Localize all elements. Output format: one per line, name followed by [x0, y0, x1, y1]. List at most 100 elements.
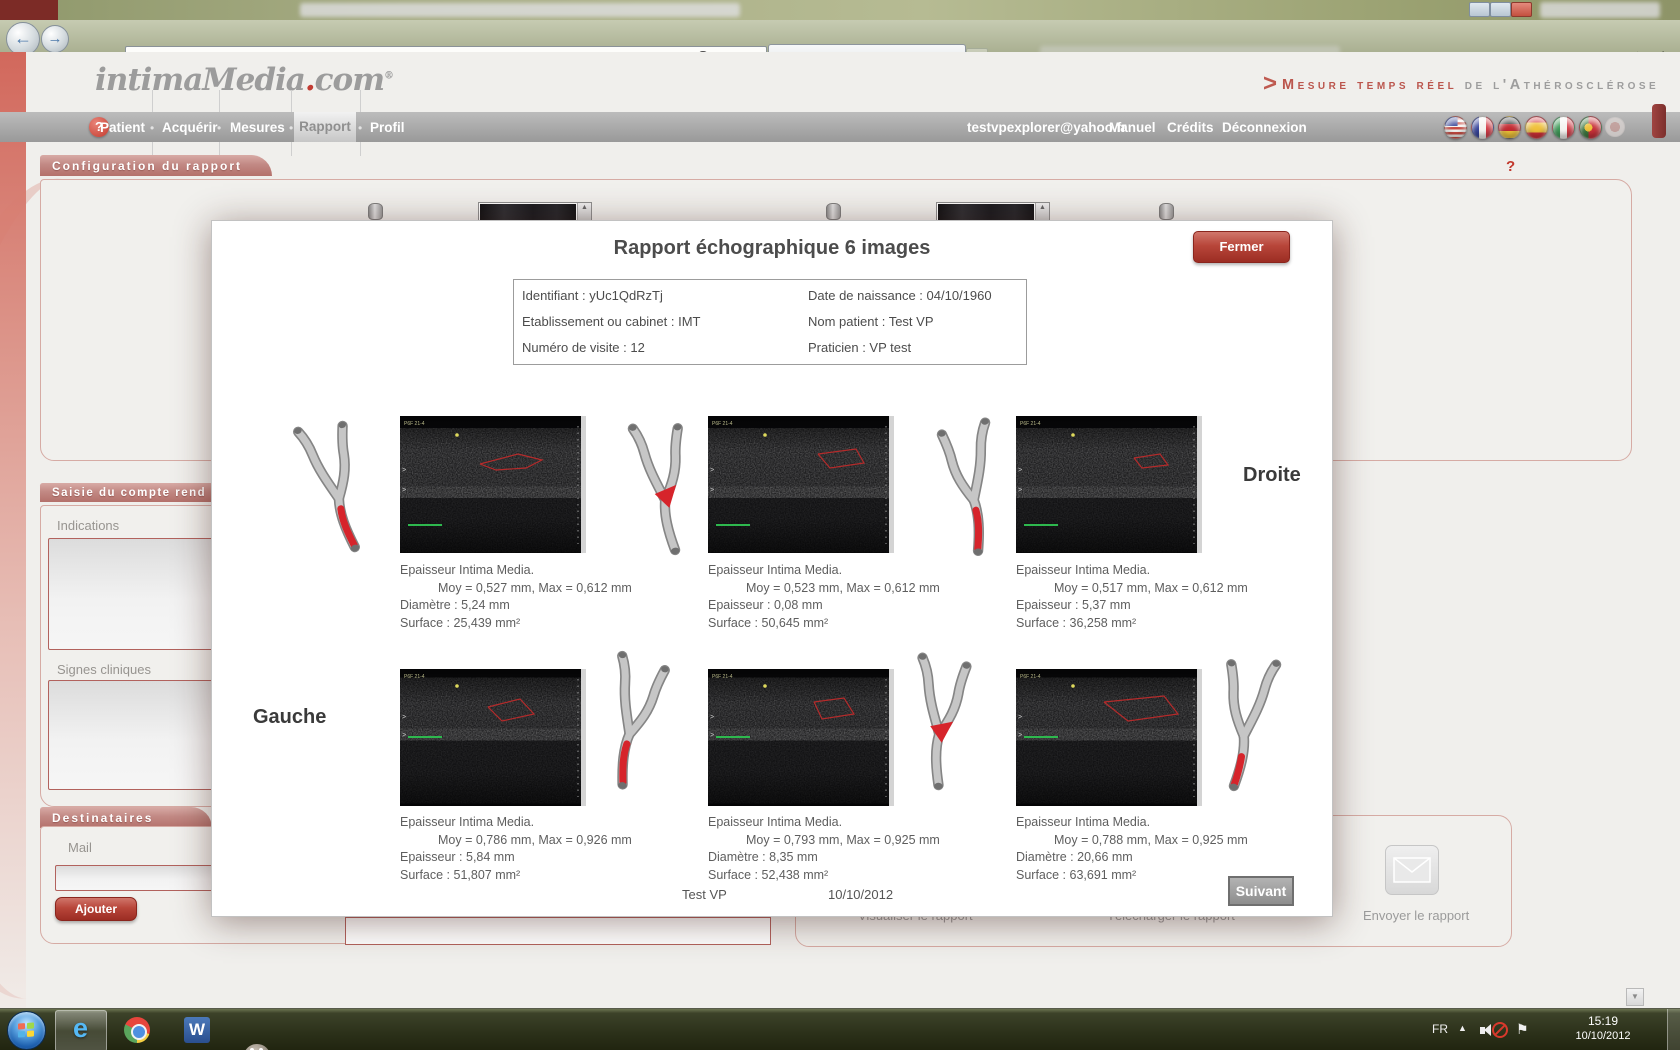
minimize-button[interactable] — [1469, 2, 1490, 17]
divider — [291, 90, 292, 112]
maximize-button[interactable] — [1490, 2, 1511, 17]
scroll-up-icon[interactable]: ▲ — [577, 203, 591, 221]
measurement-block: Epaisseur Intima Media. Moy = 0,793 mm, … — [708, 814, 940, 884]
flag-portugal-icon[interactable] — [1579, 116, 1602, 139]
measurement-block: Epaisseur Intima Media. Moy = 0,786 mm, … — [400, 814, 632, 884]
flag-faded-icon[interactable] — [1605, 117, 1625, 137]
svg-text:>: > — [402, 732, 406, 739]
ultrasound-image: P6F 21-4 >> — [1016, 416, 1202, 553]
mail-input[interactable] — [55, 865, 217, 891]
flag-france-icon[interactable] — [1471, 116, 1494, 139]
signes-cliniques-textarea[interactable] — [48, 680, 215, 790]
show-desktop-button[interactable] — [1667, 1009, 1680, 1050]
nav-item-profil[interactable]: Profil — [370, 120, 405, 135]
measurement-dimension: Epaisseur : 5,84 mm — [400, 849, 632, 867]
nav-link-credits[interactable]: Crédits — [1167, 120, 1214, 135]
site-logo[interactable]: intimaMedia.com® — [95, 62, 393, 98]
svg-text:>: > — [1018, 467, 1022, 474]
ultrasound-thumbnail — [938, 204, 1034, 220]
forward-button[interactable]: → — [41, 25, 69, 53]
measurement-surface: Surface : 25,439 mm² — [400, 615, 632, 633]
back-button[interactable]: ← — [6, 22, 40, 56]
scroll-down-button[interactable]: ▼ — [1626, 988, 1644, 1006]
svg-text:>: > — [402, 467, 406, 474]
svg-text:>: > — [402, 487, 406, 494]
start-button[interactable] — [7, 1011, 46, 1050]
taskbar-browser-icon[interactable] — [124, 1017, 150, 1043]
divider — [219, 142, 220, 156]
nav-link-manuel[interactable]: Manuel — [1109, 120, 1156, 135]
artery-diagram — [619, 411, 706, 562]
nav-item-rapport-active[interactable]: Rapport — [294, 112, 356, 142]
patient-etablissement: Etablissement ou cabinet : IMT — [522, 314, 700, 329]
close-window-button[interactable] — [1511, 2, 1532, 17]
nav-link-deconnexion[interactable]: Déconnexion — [1222, 120, 1307, 135]
nav-item-patient[interactable]: Patient — [100, 120, 145, 135]
patient-nom: Nom patient : Test VP — [808, 314, 934, 329]
image-select-dropdown[interactable]: ▲ — [478, 202, 592, 222]
divider — [360, 90, 361, 112]
measurement-dimension: Epaisseur : 5,37 mm — [1016, 597, 1248, 615]
ajouter-button[interactable]: Ajouter — [55, 897, 137, 921]
panel-help-icon[interactable]: ? — [1506, 158, 1515, 175]
nav-item-mesures[interactable]: Mesures — [230, 120, 285, 135]
measurement-surface: Surface : 52,438 mm² — [708, 867, 940, 885]
action-center-flag-icon[interactable]: ⚑ — [1516, 1021, 1529, 1038]
taskbar-clock[interactable]: 15:19 10/10/2012 — [1560, 1014, 1646, 1044]
suivant-button[interactable]: Suivant — [1228, 876, 1294, 906]
taskbar-gimp-icon[interactable] — [244, 1044, 270, 1050]
indications-label: Indications — [57, 518, 119, 533]
measurement-surface: Surface : 63,691 mm² — [1016, 867, 1248, 885]
scrollbar-thumb[interactable] — [1652, 104, 1666, 138]
envelope-icon — [1393, 857, 1431, 883]
main-navigation: ? Patient • Acquérir • Mesures • Rapport… — [0, 112, 1680, 142]
measurement-title: Epaisseur Intima Media. — [708, 562, 940, 580]
indications-textarea[interactable] — [48, 538, 215, 650]
background-window-fragment — [0, 0, 58, 20]
nav-item-acquerir[interactable]: Acquérir — [162, 120, 218, 135]
image-select-dropdown[interactable]: ▲ — [936, 202, 1050, 222]
fermer-button[interactable]: Fermer — [1193, 231, 1290, 263]
envoyer-rapport-button[interactable]: Envoyer le rapport — [1363, 908, 1469, 923]
taskbar-word-icon[interactable]: W — [184, 1017, 210, 1043]
windows-flag-icon — [18, 1023, 25, 1029]
flag-spain-icon[interactable] — [1525, 116, 1548, 139]
envoyer-rapport-icon-button[interactable] — [1385, 845, 1439, 895]
report-footer-patient: Test VP — [682, 887, 727, 902]
scroll-up-icon[interactable]: ▲ — [1035, 203, 1049, 221]
measurement-moy: Moy = 0,786 mm, Max = 0,926 mm — [400, 832, 632, 850]
ultrasound-image: P6F 21-4 >> — [708, 669, 894, 806]
background-window-blur — [1540, 2, 1660, 18]
divider — [360, 142, 361, 156]
flag-italy-icon[interactable] — [1552, 116, 1575, 139]
svg-text:P6F 21-4: P6F 21-4 — [404, 674, 425, 680]
report-modal: Rapport échographique 6 images Fermer Id… — [211, 220, 1333, 917]
flag-germany-icon[interactable] — [1498, 116, 1521, 139]
taskbar-ie-button[interactable]: e — [55, 1010, 107, 1050]
scroll-down-icon: ▼ — [1631, 992, 1639, 1001]
nav-separator: • — [150, 121, 154, 135]
measurement-moy: Moy = 0,527 mm, Max = 0,612 mm — [400, 580, 632, 598]
ultrasound-image: P6F 21-4 >> — [708, 416, 894, 553]
language-indicator[interactable]: FR — [1432, 1022, 1448, 1036]
measurement-dimension: Diamètre : 20,66 mm — [1016, 849, 1248, 867]
background-window-title-blur — [300, 3, 740, 17]
measurement-moy: Moy = 0,517 mm, Max = 0,612 mm — [1016, 580, 1248, 598]
svg-text:P6F 21-4: P6F 21-4 — [712, 421, 733, 427]
patient-naissance: Date de naissance : 04/10/1960 — [808, 288, 992, 303]
measurement-dimension: Diamètre : 5,24 mm — [400, 597, 632, 615]
measurement-surface: Surface : 36,258 mm² — [1016, 615, 1248, 633]
volume-muted-icon[interactable] — [1480, 1022, 1508, 1038]
svg-text:P6F 21-4: P6F 21-4 — [712, 674, 733, 680]
ultrasound-image: P6F 21-4 >> — [400, 669, 586, 806]
ultrasound-image: P6F 21-4 >> — [400, 416, 586, 553]
measurement-surface: Surface : 50,645 mm² — [708, 615, 940, 633]
measurement-moy: Moy = 0,793 mm, Max = 0,925 mm — [708, 832, 940, 850]
ultrasound-thumbnail — [480, 204, 576, 220]
desktop-top-strip — [0, 0, 1680, 20]
artery-diagram — [931, 412, 1014, 561]
chevron-icon: > — [1263, 70, 1277, 97]
patient-praticien: Praticien : VP test — [808, 340, 911, 355]
flag-us-icon[interactable] — [1444, 116, 1467, 139]
tray-expand-icon[interactable]: ▲ — [1458, 1023, 1467, 1033]
